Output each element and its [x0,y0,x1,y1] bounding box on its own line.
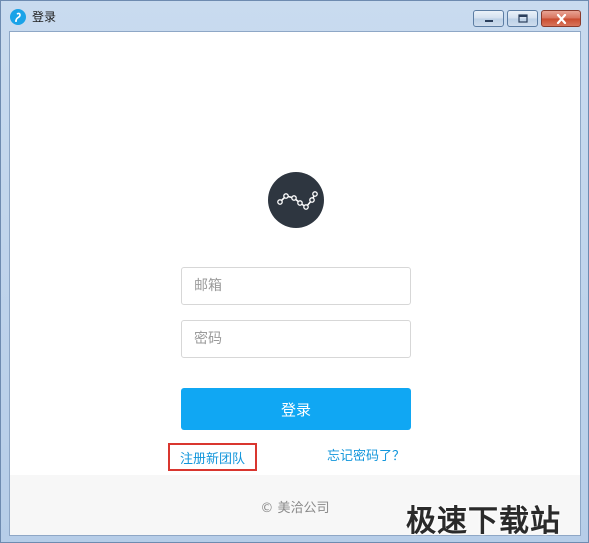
login-panel: 登录 注册新团队 忘记密码了？ © 美洽公司 [9,31,581,536]
forgot-password-link[interactable]: 忘记密码了？ [327,447,405,467]
minimize-icon [484,19,493,22]
email-input[interactable] [181,267,411,305]
window-controls [473,10,581,27]
login-button[interactable]: 登录 [181,388,411,430]
window-title: 登录 [32,10,57,24]
close-button[interactable] [541,10,581,27]
minimize-button[interactable] [473,10,504,27]
login-window: 登录 邮箱 登录 注册新团队 忘记密码了？ © 美洽公司 极速下载站 [0,0,589,543]
app-logo-icon [10,9,26,25]
title-bar[interactable]: 登录 [1,1,588,31]
watermark: 极速下载站 [406,504,561,539]
password-input[interactable] [181,320,411,358]
register-team-link[interactable]: 注册新团队 [168,443,258,471]
maximize-icon [517,14,528,23]
maximize-button[interactable] [507,10,538,27]
close-icon [556,13,566,24]
line-chart-logo-icon [268,172,324,228]
